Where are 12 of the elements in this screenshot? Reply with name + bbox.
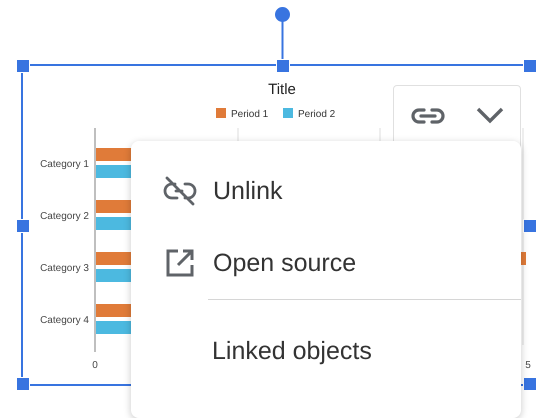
category-label: Category 1 (40, 159, 89, 170)
chart-title: Title (268, 81, 296, 98)
linked-objects-menu-item[interactable]: Linked objects (212, 336, 372, 366)
legend-label: Period 2 (298, 109, 336, 120)
category-label: Category 2 (40, 211, 89, 222)
axis-tick-label: 0 (92, 360, 98, 371)
category-label: Category 3 (40, 263, 89, 274)
axis-tick-label: 5 (525, 360, 531, 371)
category-label: Category 4 (40, 315, 89, 326)
legend-label: Period 1 (231, 109, 268, 120)
unlink-menu-item[interactable]: Unlink (213, 176, 282, 206)
open-source-menu-item[interactable]: Open source (213, 248, 356, 278)
